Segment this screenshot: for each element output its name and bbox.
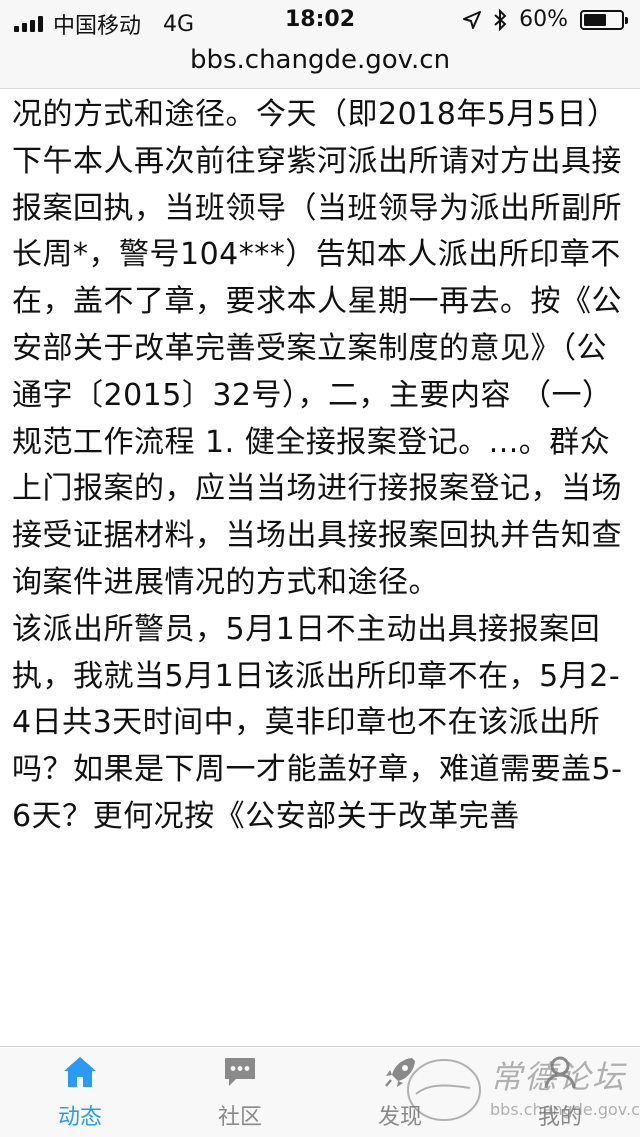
tab-bar: 动态 社区 发现 我的 bbox=[0, 1046, 640, 1137]
article-paragraph: 况的方式和途径。今天（即2018年5月5日）下午本人再次前往穿紫河派出所请对方出… bbox=[12, 97, 622, 600]
battery-fill bbox=[584, 13, 606, 26]
user-icon bbox=[544, 1056, 576, 1089]
status-bar: 中国移动 4G 18:02 60% bbox=[0, 0, 640, 40]
bluetooth-icon bbox=[494, 8, 507, 31]
address-bar[interactable]: bbs.changde.gov.cn bbox=[0, 40, 640, 89]
tab-label: 社区 bbox=[217, 1105, 262, 1130]
chat-icon bbox=[225, 1058, 255, 1086]
article-body: 况的方式和途径。今天（即2018年5月5日）下午本人再次前往穿紫河派出所请对方出… bbox=[12, 92, 628, 1042]
status-right: 60% bbox=[463, 7, 628, 32]
tab-label: 我的 bbox=[537, 1105, 582, 1130]
battery-icon bbox=[580, 9, 628, 30]
tab-mine[interactable]: 我的 bbox=[480, 1047, 640, 1137]
tab-label: 动态 bbox=[57, 1105, 102, 1130]
tab-discover[interactable]: 发现 bbox=[320, 1047, 480, 1137]
rocket-icon bbox=[385, 1058, 415, 1087]
tab-dynamic[interactable]: 动态 bbox=[0, 1047, 160, 1137]
tab-label: 发现 bbox=[377, 1105, 422, 1130]
location-arrow-icon bbox=[463, 10, 482, 29]
battery-percent: 60% bbox=[519, 7, 568, 32]
url-text: bbs.changde.gov.cn bbox=[189, 45, 451, 75]
home-icon bbox=[64, 1057, 96, 1087]
article-paragraph: 该派出所警员，5月1日不主动出具接报案回执，我就当5月1日该派出所印章不在，5月… bbox=[12, 611, 623, 834]
tab-community[interactable]: 社区 bbox=[160, 1047, 320, 1137]
